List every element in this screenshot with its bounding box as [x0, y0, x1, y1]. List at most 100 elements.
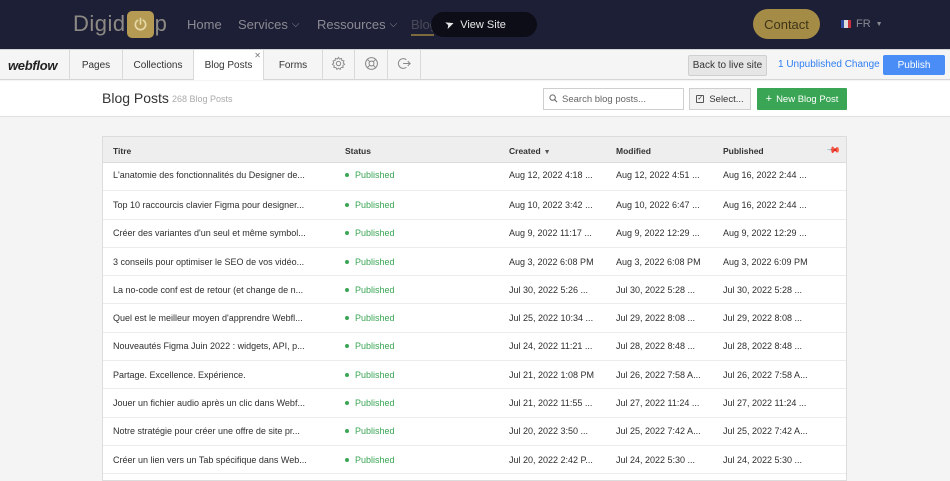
gear-icon — [331, 56, 346, 74]
unpublished-changes-link[interactable]: 1 Unpublished Change — [778, 59, 880, 70]
cell-modified: Aug 10, 2022 6:47 ... — [616, 199, 700, 210]
cell-created: Aug 10, 2022 3:42 ... — [509, 199, 593, 210]
table-row[interactable]: La no-code conf est de retour (et change… — [103, 276, 846, 305]
logo-text-right: p — [154, 11, 168, 36]
logout-icon — [397, 56, 412, 74]
back-to-live-site-button[interactable]: Back to live site — [688, 55, 767, 76]
table-row[interactable]: Partage. Excellence. Expérience. Publish… — [103, 361, 846, 390]
table-row[interactable]: L'anatomie des fonctionnalités du Design… — [103, 163, 846, 192]
collection-toolbar: Blog Posts 268 Blog Posts ✓ Select... + … — [0, 81, 950, 117]
column-header-status[interactable]: Status — [345, 146, 371, 156]
status-label: Published — [355, 398, 395, 409]
table-row[interactable]: 3 conseils pour optimiser le SEO de vos … — [103, 248, 846, 277]
column-header-title[interactable]: Titre — [113, 146, 131, 156]
status-dot-icon — [345, 316, 349, 321]
cell-modified: Aug 9, 2022 12:29 ... — [616, 228, 700, 239]
search-field[interactable] — [543, 88, 684, 110]
view-site-label: View Site — [460, 18, 506, 31]
status-label: Published — [355, 369, 395, 380]
cell-title: La no-code conf est de retour (et change… — [113, 284, 304, 295]
tab-logout[interactable] — [387, 50, 421, 80]
cell-created: Aug 9, 2022 11:17 ... — [509, 228, 592, 239]
table-row[interactable]: Créer des variantes d'un seul et même sy… — [103, 220, 846, 248]
cell-created: Jul 30, 2022 5:26 ... — [509, 284, 589, 295]
search-icon — [549, 90, 558, 108]
tab-forms-label: Forms — [278, 59, 308, 71]
tab-forms[interactable]: Forms — [263, 50, 322, 80]
site-header: Digid p Home Services ⌵ Ressources ⌵ Blog… — [0, 0, 950, 49]
tab-pages-label: Pages — [81, 59, 111, 71]
blog-posts-table: Titre Status Created ▼ Modified Published… — [102, 136, 847, 481]
logo-text-left: Digid — [73, 11, 126, 36]
pin-icon[interactable]: 📌 — [826, 143, 841, 159]
cell-modified: Jul 30, 2022 5:28 ... — [616, 284, 696, 295]
status-dot-icon — [345, 344, 349, 349]
tab-blog-posts[interactable]: Blog Posts ✕ — [193, 50, 263, 80]
cell-published: Jul 28, 2022 8:48 ... — [723, 341, 803, 352]
table-row[interactable]: Créer un lien vers un Tab spécifique dan… — [103, 446, 846, 475]
status-label: Published — [355, 256, 395, 267]
nav-services[interactable]: Services ⌵ — [238, 17, 299, 32]
cell-created: Jul 21, 2022 11:55 ... — [509, 398, 593, 409]
cell-modified: Jul 25, 2022 7:42 A... — [616, 426, 701, 437]
cell-title: 3 conseils pour optimiser le SEO de vos … — [113, 256, 305, 267]
table-row[interactable]: Notre stratégie pour créer une offre de … — [103, 418, 846, 446]
table-row[interactable]: Nouveautés Figma Juin 2022 : widgets, AP… — [103, 333, 846, 362]
cell-created: Aug 12, 2022 4:18 ... — [509, 170, 593, 180]
cell-title: Notre stratégie pour créer une offre de … — [113, 426, 300, 437]
cell-published: Jul 26, 2022 7:58 A... — [723, 369, 808, 380]
tab-collections-label: Collections — [133, 59, 183, 71]
status-label: Published — [355, 228, 395, 239]
language-switcher[interactable]: FR ▼ — [841, 18, 883, 30]
status-label: Published — [355, 170, 395, 180]
publish-button[interactable]: Publish — [883, 55, 945, 75]
item-count: 268 Blog Posts — [172, 94, 233, 104]
tab-pages[interactable]: Pages — [69, 50, 122, 80]
table-row[interactable]: Jouer un fichier audio après un clic dan… — [103, 389, 846, 418]
cell-status: Published — [345, 370, 395, 380]
new-blog-post-button[interactable]: + New Blog Post — [757, 88, 847, 110]
column-header-created-label: Created — [509, 146, 541, 156]
french-flag-icon — [841, 20, 851, 28]
caret-down-icon: ▼ — [875, 20, 883, 28]
nav-home[interactable]: Home — [187, 17, 222, 32]
help-icon — [364, 56, 379, 74]
status-label: Published — [355, 341, 395, 352]
cell-status: Published — [345, 228, 395, 238]
cell-status: Published — [345, 200, 395, 210]
contact-button[interactable]: Contact — [753, 9, 820, 39]
column-header-modified[interactable]: Modified — [616, 146, 651, 156]
new-blog-post-label: New Blog Post — [776, 93, 839, 105]
close-icon[interactable]: ✕ — [254, 51, 261, 60]
cell-modified: Aug 3, 2022 6:08 PM — [616, 256, 701, 267]
table-row[interactable]: Quel est le meilleur moyen d'apprendre W… — [103, 304, 846, 333]
status-label: Published — [355, 426, 395, 437]
nav-active-underline — [411, 34, 434, 36]
cell-created: Jul 20, 2022 3:50 ... — [509, 426, 589, 437]
status-dot-icon — [345, 231, 349, 236]
cell-title: Créer un lien vers un Tab spécifique dan… — [113, 454, 307, 465]
tab-blog-posts-label: Blog Posts — [204, 59, 253, 71]
column-header-created[interactable]: Created ▼ — [509, 146, 551, 156]
search-input[interactable] — [562, 93, 682, 105]
status-label: Published — [355, 454, 395, 465]
cell-published: Aug 16, 2022 2:44 ... — [723, 170, 807, 180]
tab-collections[interactable]: Collections — [122, 50, 193, 80]
tab-settings[interactable] — [322, 50, 354, 80]
status-label: Published — [355, 284, 395, 295]
site-logo[interactable]: Digid p — [73, 10, 168, 38]
cell-status: Published — [345, 426, 395, 436]
cell-title: Quel est le meilleur moyen d'apprendre W… — [113, 313, 303, 324]
cell-title: Nouveautés Figma Juin 2022 : widgets, AP… — [113, 341, 305, 352]
select-button[interactable]: ✓ Select... — [689, 88, 751, 110]
cell-status: Published — [345, 313, 395, 323]
nav-ressources[interactable]: Ressources ⌵ — [317, 17, 397, 32]
table-row[interactable]: Top 10 raccourcis clavier Figma pour des… — [103, 191, 846, 220]
view-site-button[interactable]: ➤ View Site — [431, 12, 537, 37]
cell-status: Published — [345, 455, 395, 465]
cell-created: Jul 25, 2022 10:34 ... — [509, 313, 594, 324]
tab-help[interactable] — [354, 50, 387, 80]
status-dot-icon — [345, 429, 349, 434]
status-dot-icon — [345, 287, 349, 292]
column-header-published[interactable]: Published — [723, 146, 764, 156]
